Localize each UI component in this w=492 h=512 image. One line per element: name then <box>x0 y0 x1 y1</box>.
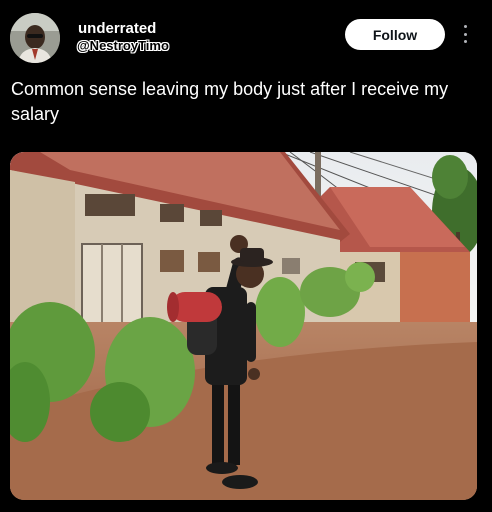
author-avatar[interactable] <box>10 13 60 63</box>
more-dot <box>463 40 467 43</box>
avatar-photo-icon <box>10 13 60 63</box>
more-dot <box>463 25 467 28</box>
photo-illustration <box>10 152 477 500</box>
tweet-photo[interactable] <box>10 152 477 500</box>
tweet-text: Common sense leaving my body just after … <box>11 79 449 124</box>
more-vertical-icon[interactable] <box>458 24 472 44</box>
author-handle[interactable]: @NestroyTimo <box>77 38 169 54</box>
author-display-name[interactable]: underrated <box>78 20 156 38</box>
follow-button[interactable]: Follow <box>345 19 445 50</box>
more-dot <box>463 32 467 36</box>
